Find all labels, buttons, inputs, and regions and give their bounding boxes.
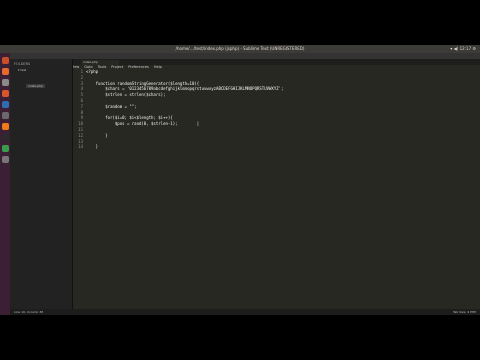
line-number: 8 <box>80 109 83 115</box>
line-number: 10 <box>78 121 83 127</box>
line-number: 3 <box>80 80 83 86</box>
code-line[interactable]: $random = ""; <box>86 104 136 109</box>
line-number: 7 <box>80 103 83 109</box>
settings-icon[interactable] <box>1 112 9 119</box>
launcher <box>0 53 10 315</box>
line-number: 11 <box>78 127 83 132</box>
code-line[interactable]: $pos = rand(0, $strlen-1); | <box>86 121 199 126</box>
chrome-icon[interactable] <box>1 145 9 152</box>
code-line[interactable]: <?php <box>86 69 98 74</box>
line-number: 14 <box>78 144 83 150</box>
desktop-screen: /home/…/test/index.php (jsphp) - Sublime… <box>0 45 480 315</box>
line-number: 12 <box>78 132 83 138</box>
terminal-icon[interactable] <box>1 134 9 141</box>
top-panel: /home/…/test/index.php (jsphp) - Sublime… <box>0 45 480 53</box>
files-icon[interactable] <box>1 79 9 86</box>
sidebar-header: FOLDERS <box>14 62 31 66</box>
firefox-icon[interactable] <box>1 68 9 75</box>
code-line[interactable]: } <box>86 144 98 149</box>
window-title: /home/…/test/index.php (jsphp) - Sublime… <box>175 46 305 51</box>
code-line[interactable]: } <box>86 133 107 138</box>
sublime-icon[interactable] <box>1 123 9 130</box>
trash-icon[interactable] <box>1 156 9 163</box>
sidebar-file[interactable]: index.php <box>26 84 45 88</box>
line-number: 5 <box>80 92 83 98</box>
line-number: 6 <box>80 98 83 103</box>
line-number: 2 <box>80 74 83 80</box>
code-line[interactable]: $strlen = strlen($chars); <box>86 92 165 97</box>
code-line[interactable]: for($i=0; $i<$length; $i++){ <box>86 115 172 120</box>
system-tray[interactable]: ▾ ◀) 12:17 ⚙ <box>450 45 476 53</box>
line-number: 1 <box>80 69 83 74</box>
dash-icon[interactable] <box>1 57 9 64</box>
software-icon[interactable] <box>1 90 9 97</box>
line-number: 4 <box>80 86 83 92</box>
folder-sidebar: FOLDERS ▾ test index.php <box>10 59 73 315</box>
status-position: Line 10, Column 38 <box>14 310 44 314</box>
line-number: 13 <box>78 138 83 144</box>
sidebar-folder[interactable]: ▾ test <box>18 68 72 72</box>
libreoffice-icon[interactable] <box>1 101 9 108</box>
code-line[interactable]: function randomStringGenerator($length=1… <box>86 81 200 86</box>
status-syntax[interactable]: Tab Size: 4 PHP <box>453 309 476 315</box>
status-bar: Line 10, Column 38 Tab Size: 4 PHP <box>10 309 480 315</box>
line-number: 9 <box>80 115 83 121</box>
code-line[interactable]: $chars = '0123456789abcdefghijklmnopqrst… <box>86 86 283 91</box>
code-editor[interactable]: 1 <?php 2 3 function randomStringGenerator(… <box>73 65 480 309</box>
